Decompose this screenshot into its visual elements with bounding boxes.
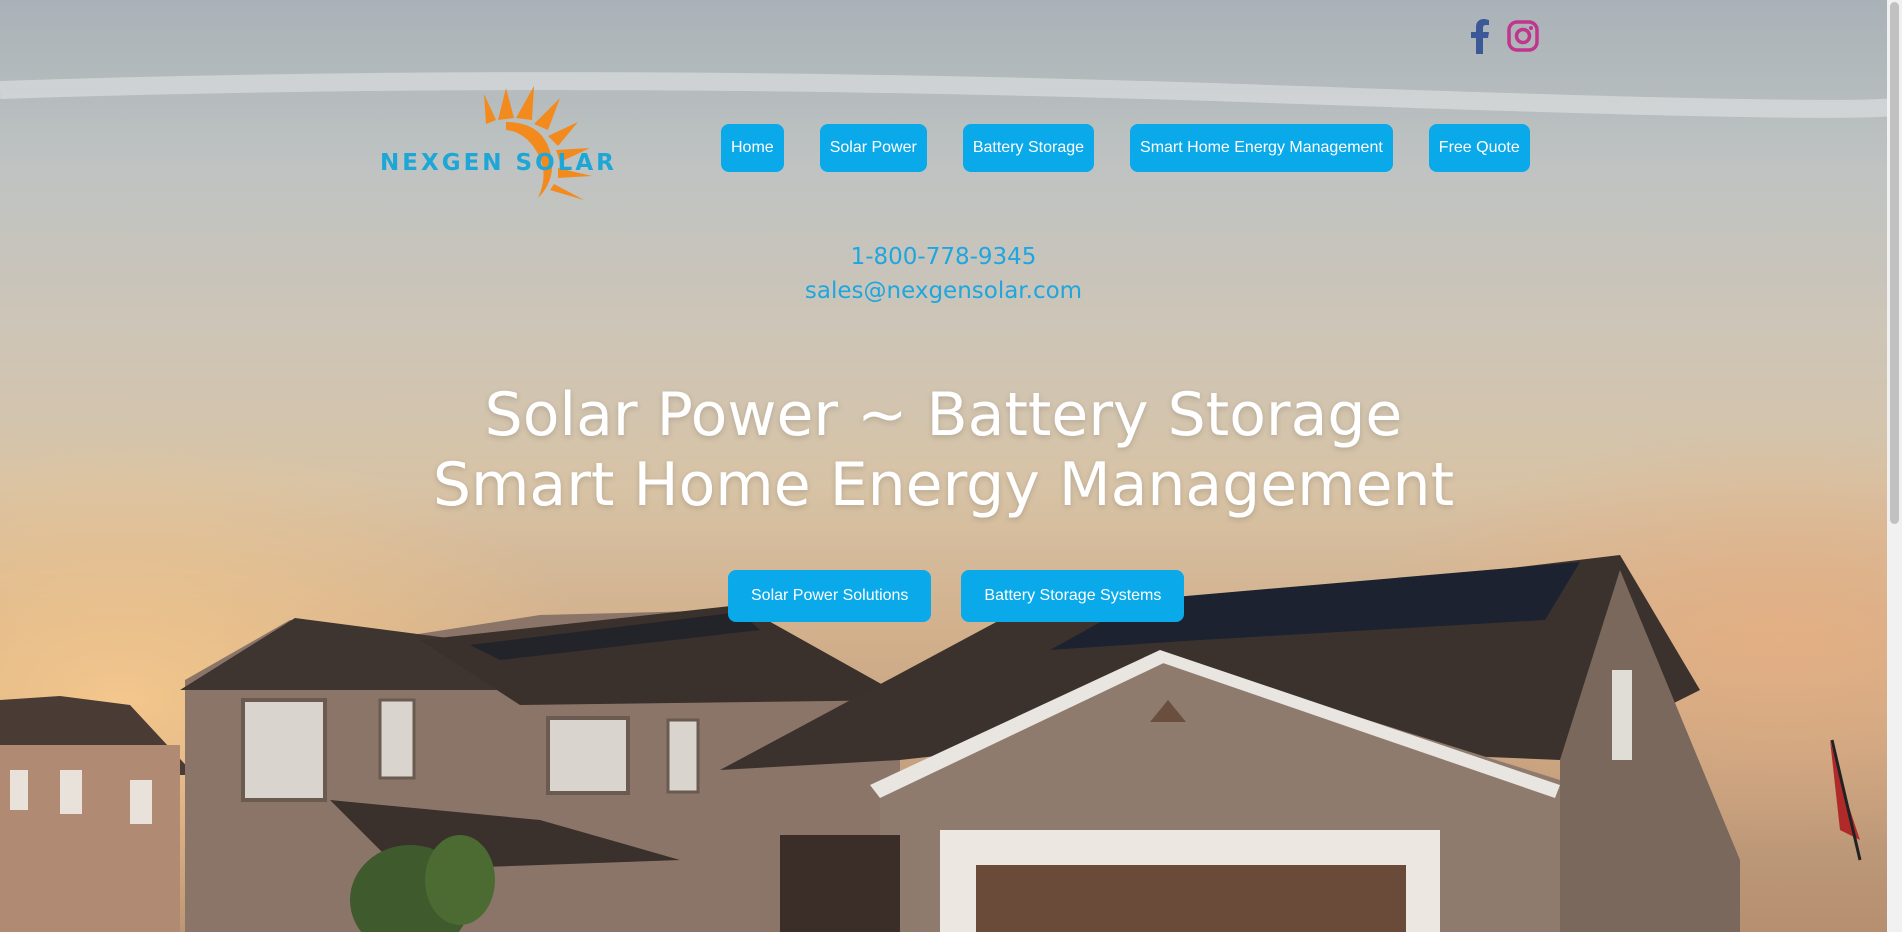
solar-power-solutions-button[interactable]: Solar Power Solutions	[728, 570, 932, 622]
nav-home-button[interactable]: Home	[721, 124, 784, 172]
cta-buttons: Solar Power Solutions Battery Storage Sy…	[728, 570, 1185, 622]
battery-storage-systems-button[interactable]: Battery Storage Systems	[961, 570, 1185, 622]
scrollbar-thumb[interactable]	[1890, 2, 1899, 524]
headline-line-1: Solar Power ~ Battery Storage	[484, 380, 1403, 450]
nav-battery-storage-button[interactable]: Battery Storage	[962, 124, 1095, 172]
nav-solar-power-button[interactable]: Solar Power	[819, 124, 927, 172]
logo[interactable]: NEXGEN SOLAR	[378, 80, 642, 206]
nav-smart-home-button[interactable]: Smart Home Energy Management	[1130, 124, 1393, 172]
email-link[interactable]: sales@nexgensolar.com	[0, 278, 1887, 304]
contact-info: 1-800-778-9345 sales@nexgensolar.com	[0, 244, 1887, 304]
facebook-icon[interactable]	[1466, 18, 1492, 54]
social-links	[1466, 18, 1540, 54]
hero-headline: Solar Power ~ Battery Storage Smart Home…	[0, 380, 1887, 520]
phone-link[interactable]: 1-800-778-9345	[0, 244, 1887, 270]
logo-text: NEXGEN SOLAR	[380, 150, 617, 176]
sun-logo-icon	[484, 86, 592, 200]
headline-line-2: Smart Home Energy Management	[432, 450, 1455, 520]
page-scrollbar[interactable]	[1887, 0, 1902, 932]
nav-free-quote-button[interactable]: Free Quote	[1428, 124, 1530, 172]
instagram-icon[interactable]	[1506, 19, 1540, 53]
main-nav: Home Solar Power Battery Storage Smart H…	[721, 124, 1566, 172]
